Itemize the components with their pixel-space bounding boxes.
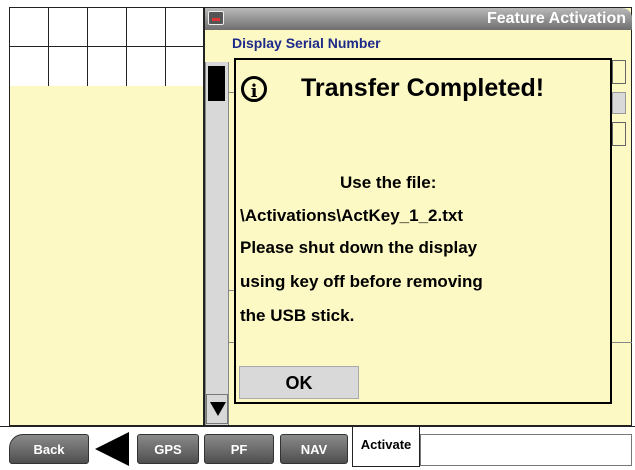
dialog-message-line: the USB stick. <box>240 306 355 325</box>
tab-activate[interactable]: Activate <box>352 427 420 467</box>
back-button[interactable]: Back <box>9 434 89 464</box>
scrollbar[interactable] <box>205 62 229 425</box>
arrow-left-icon <box>95 432 129 466</box>
ok-button[interactable]: OK <box>239 366 359 399</box>
tab-nav[interactable]: NAV <box>280 434 348 464</box>
serial-number-field[interactable] <box>612 60 626 84</box>
grid-cell[interactable] <box>127 8 166 47</box>
arrow-down-icon <box>210 402 226 416</box>
tab-gps[interactable]: GPS <box>137 434 199 464</box>
dialog-file-path: \Activations\ActKey_1_2.txt <box>240 206 463 225</box>
scroll-down-button[interactable] <box>206 394 228 424</box>
dialog-message-line: Please shut down the display <box>240 238 478 257</box>
dialog-title: Transfer Completed! <box>301 74 545 102</box>
dialog-message-line: using key off before removing <box>240 272 483 291</box>
transfer-completed-dialog <box>234 58 612 404</box>
window-titlebar: Feature Activation <box>205 8 632 30</box>
app-icon <box>208 11 224 25</box>
grid-cell[interactable] <box>88 47 127 87</box>
grid-cell[interactable] <box>10 8 49 47</box>
serial-number-label: Display Serial Number <box>232 35 381 51</box>
previous-page-button[interactable] <box>91 432 133 466</box>
grid-cell[interactable] <box>166 8 205 47</box>
grid-cell[interactable] <box>127 47 166 87</box>
toolbar-empty-area <box>420 434 632 466</box>
tab-pf[interactable]: PF <box>204 434 274 464</box>
dialog-message-line: Use the file: <box>340 173 437 192</box>
divider <box>612 342 632 343</box>
scrollbar-thumb[interactable] <box>208 66 225 101</box>
background-button[interactable] <box>612 92 626 114</box>
grid-cell[interactable] <box>49 8 88 47</box>
run-screen-grid <box>9 7 205 87</box>
grid-cell[interactable] <box>166 47 205 87</box>
left-panel <box>9 86 204 426</box>
info-icon: i <box>241 76 267 102</box>
grid-cell[interactable] <box>88 8 127 47</box>
background-field[interactable] <box>612 122 626 146</box>
grid-cell[interactable] <box>10 47 49 87</box>
window-title: Feature Activation <box>487 10 626 27</box>
grid-cell[interactable] <box>49 47 88 87</box>
